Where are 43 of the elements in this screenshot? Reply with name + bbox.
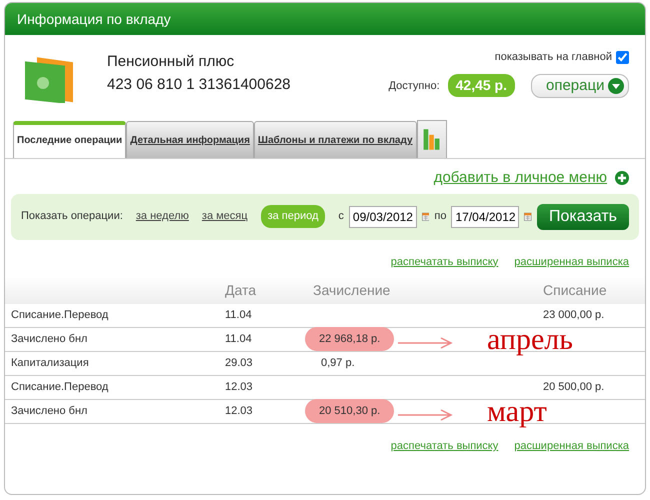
statement-link[interactable]: расширенная выписка xyxy=(514,438,629,454)
table-cell: Списание.Перевод xyxy=(11,309,108,322)
table-cell: Зачислено бнл xyxy=(11,333,88,346)
checkbox-label: показывать на главной xyxy=(494,50,612,65)
statement-link[interactable]: расширенная выписка xyxy=(514,254,629,270)
show-button[interactable]: Показать xyxy=(536,204,629,230)
table-cell: 20 500,00 р. xyxy=(543,381,604,394)
tab[interactable]: Детальная информация xyxy=(126,121,254,158)
table-cell: 12.03 xyxy=(225,381,253,394)
statement-link[interactable]: распечатать выписку xyxy=(390,254,498,270)
tab[interactable]: Последние операции xyxy=(13,121,126,158)
table-cell: Зачислено бнл xyxy=(11,405,88,418)
account-number: 423 06 810 1 31361400628 xyxy=(107,74,291,94)
highlighted-cell: 22 968,18 р. xyxy=(305,327,394,352)
period-link[interactable]: за месяц xyxy=(202,208,248,225)
handwritten-annotation: март xyxy=(487,397,547,428)
table-cell: 23 000,00 р. xyxy=(543,309,604,322)
table-cell: 11.04 xyxy=(225,309,252,322)
available-amount: 42,45 р. xyxy=(448,74,515,98)
window-title: Информация по вкладу xyxy=(5,3,645,35)
handwritten-annotation: апрель xyxy=(487,325,573,356)
period-link[interactable]: за неделю xyxy=(136,208,189,225)
table-cell-text: 0,97 р. xyxy=(320,357,355,370)
from-label: с xyxy=(338,209,344,224)
column-header: Зачисление xyxy=(313,282,390,298)
to-label: по xyxy=(434,209,446,224)
date-from-field[interactable]: 09/03/2012 xyxy=(348,206,417,228)
tab[interactable]: Шаблоны и платежи по вкладу xyxy=(254,121,417,158)
operations-dropdown[interactable]: операци xyxy=(531,74,629,98)
table-cell: 29.03 xyxy=(225,357,253,370)
column-header: Списание xyxy=(543,282,607,298)
table-cell: 11.04 xyxy=(225,333,252,346)
highlighted-cell: 20 510,30 р. xyxy=(305,399,394,424)
date-to-field[interactable]: 17/04/2012 xyxy=(451,206,520,228)
column-header: Дата xyxy=(225,282,256,298)
table-cell: Списание.Перевод xyxy=(11,381,108,394)
table-cell: Капитализация xyxy=(11,357,89,370)
table-cell: 12.03 xyxy=(225,405,253,418)
filter-label: Показать операции: xyxy=(21,209,123,224)
account-name: Пенсионный плюс xyxy=(107,52,236,72)
add-to-menu-link[interactable]: добавить в личное меню xyxy=(434,167,607,190)
statement-link[interactable]: распечатать выписку xyxy=(390,438,498,454)
available-label: Доступно: xyxy=(388,78,440,94)
